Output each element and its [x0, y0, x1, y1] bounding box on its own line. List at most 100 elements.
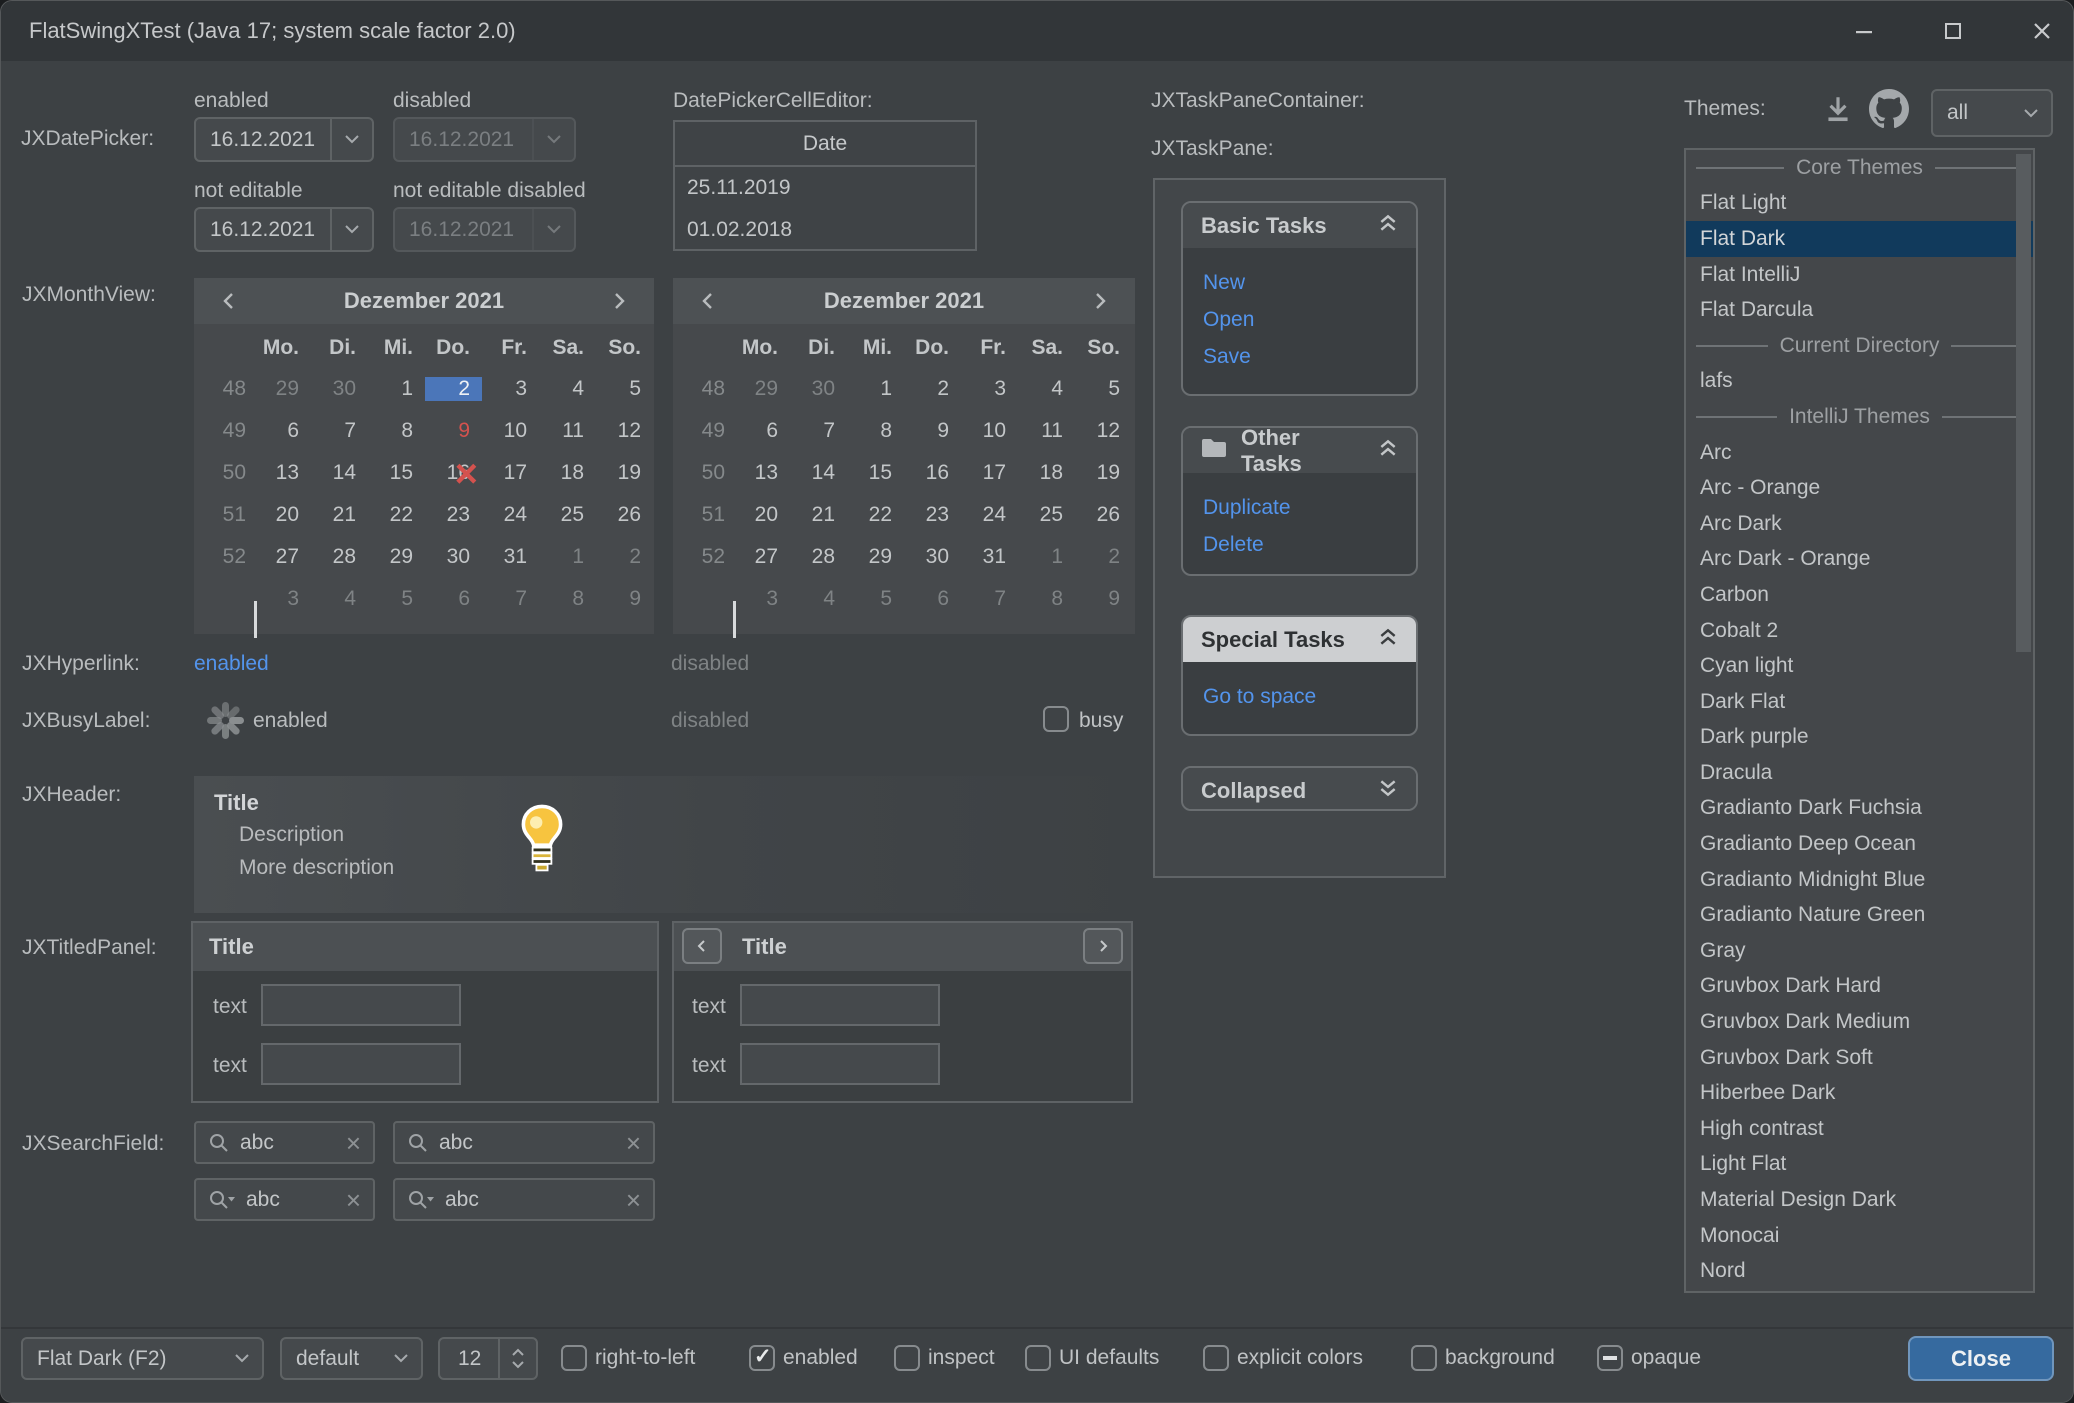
calendar-day[interactable]: 4	[311, 587, 368, 611]
theme-list-item[interactable]: Carbon	[1686, 577, 2033, 613]
chevron-collapse-icon[interactable]	[1378, 439, 1398, 463]
checkbox-inspect[interactable]	[894, 1345, 920, 1371]
calendar-day[interactable]: 7	[961, 587, 1018, 611]
calendar-day[interactable]: 30	[311, 377, 368, 401]
theme-list-item[interactable]: Gruvbox Dark Hard	[1686, 969, 2033, 1005]
search-field[interactable]: abc ×	[393, 1121, 655, 1164]
theme-list-item[interactable]: lafs	[1686, 364, 2033, 400]
calendar-day[interactable]: 6	[425, 587, 482, 611]
calendar-day[interactable]: 13	[254, 461, 311, 485]
search-dropdown-icon[interactable]	[208, 1189, 236, 1211]
calendar-day[interactable]: 22	[847, 503, 904, 527]
calendar-day[interactable]: 29	[733, 377, 790, 401]
calendar-day[interactable]: 18	[1018, 461, 1075, 485]
calendar-day[interactable]: 24	[961, 503, 1018, 527]
search-field[interactable]: abc ×	[194, 1121, 375, 1164]
calendar-day[interactable]: 24	[482, 503, 539, 527]
clear-icon[interactable]: ×	[626, 1130, 641, 1156]
theme-list-item[interactable]: Arc - Orange	[1686, 470, 2033, 506]
taskpane-link[interactable]: Delete	[1203, 526, 1416, 563]
theme-list-item[interactable]: Dracula	[1686, 755, 2033, 791]
theme-list-item[interactable]: Monocai	[1686, 1218, 2033, 1254]
calendar-day[interactable]: 26	[596, 503, 653, 527]
taskpane-link[interactable]: New	[1203, 264, 1416, 301]
theme-list-item[interactable]: Gradianto Dark Fuchsia	[1686, 791, 2033, 827]
theme-list-item[interactable]: Gradianto Nature Green	[1686, 897, 2033, 933]
calendar-day[interactable]: 6	[254, 419, 311, 443]
calendar-day[interactable]: 16×	[425, 461, 482, 485]
calendar-day[interactable]: 18	[539, 461, 596, 485]
font-size-spinner[interactable]: 12	[438, 1337, 538, 1380]
calendar-next-icon[interactable]	[1083, 284, 1117, 318]
taskpane-link[interactable]: Duplicate	[1203, 489, 1416, 526]
calendar-day[interactable]: 30	[790, 377, 847, 401]
maximize-button[interactable]	[1922, 1, 1984, 61]
theme-list-item[interactable]: Arc	[1686, 435, 2033, 471]
calendar-day[interactable]: 2	[904, 377, 961, 401]
calendar-day[interactable]: 8	[1018, 587, 1075, 611]
panel-next-button[interactable]	[1083, 928, 1123, 964]
clear-icon[interactable]: ×	[346, 1130, 361, 1156]
calendar-day[interactable]: 13	[733, 461, 790, 485]
checkbox-right-to-left[interactable]	[561, 1345, 587, 1371]
chevron-down-icon[interactable]	[330, 209, 372, 250]
calendar-day[interactable]: 23	[425, 503, 482, 527]
theme-list-item[interactable]: Nord	[1686, 1253, 2033, 1289]
lookandfeel-combo[interactable]: Flat Dark (F2)	[21, 1337, 264, 1380]
clear-icon[interactable]: ×	[346, 1187, 361, 1213]
calendar-day[interactable]: 16	[904, 461, 961, 485]
checkbox-explicit-colors[interactable]	[1203, 1345, 1229, 1371]
calendar-day[interactable]: 6	[733, 419, 790, 443]
search-dropdown-icon[interactable]	[407, 1189, 435, 1211]
calendar-day[interactable]: 9	[596, 587, 653, 611]
hyperlink-enabled[interactable]: enabled	[194, 652, 269, 676]
theme-list-item[interactable]: Gruvbox Dark Soft	[1686, 1040, 2033, 1076]
calendar-day[interactable]: 30	[904, 545, 961, 569]
calendar-day[interactable]: 5	[596, 377, 653, 401]
datepicker-enabled[interactable]: 16.12.2021	[194, 117, 374, 162]
checkbox-background[interactable]	[1411, 1345, 1437, 1371]
taskpane-group-header[interactable]: Other Tasks	[1183, 428, 1416, 473]
calendar-day[interactable]: 1	[1018, 545, 1075, 569]
close-window-button[interactable]	[2011, 1, 2073, 61]
taskpane-link[interactable]: Go to space	[1203, 678, 1416, 715]
calendar-day[interactable]: 7	[311, 419, 368, 443]
calendar-day[interactable]: 11	[1018, 419, 1075, 443]
search-icon[interactable]	[407, 1132, 429, 1154]
minimize-button[interactable]	[1833, 1, 1895, 61]
calendar-day[interactable]: 17	[961, 461, 1018, 485]
search-value[interactable]: abc	[445, 1188, 616, 1212]
calendar-day[interactable]: 20	[254, 503, 311, 527]
theme-list-item[interactable]: Flat Dark	[1686, 221, 2033, 257]
calendar-day[interactable]: 25	[539, 503, 596, 527]
calendar-next-icon[interactable]	[602, 284, 636, 318]
theme-list-item[interactable]: Arc Dark - Orange	[1686, 542, 2033, 578]
calendar-day[interactable]: 8	[368, 419, 425, 443]
calendar-day[interactable]: 31	[961, 545, 1018, 569]
theme-list-item[interactable]: Gradianto Deep Ocean	[1686, 826, 2033, 862]
busy-checkbox[interactable]	[1043, 706, 1069, 732]
calendar-day[interactable]: 29	[847, 545, 904, 569]
calendar-day[interactable]: 14	[311, 461, 368, 485]
calendar-day[interactable]: 28	[790, 545, 847, 569]
theme-list-item[interactable]: Flat IntelliJ	[1686, 257, 2033, 293]
calendar-day[interactable]: 10	[961, 419, 1018, 443]
theme-list-item[interactable]: Gradianto Midnight Blue	[1686, 862, 2033, 898]
clear-icon[interactable]: ×	[626, 1187, 641, 1213]
spinner-up-icon[interactable]	[512, 1348, 524, 1356]
close-button[interactable]: Close	[1908, 1336, 2054, 1381]
datepicker-not-editable[interactable]: 16.12.2021	[194, 207, 374, 252]
calendar-day[interactable]: 3	[733, 587, 790, 611]
calendar-day[interactable]: 14	[790, 461, 847, 485]
checkbox-ui-defaults[interactable]	[1025, 1345, 1051, 1371]
taskpane-link[interactable]: Save	[1203, 338, 1416, 375]
calendar-day[interactable]: 5	[368, 587, 425, 611]
calendar-day[interactable]: 28	[311, 545, 368, 569]
text-input[interactable]	[740, 984, 940, 1026]
theme-list-item[interactable]: Cobalt 2	[1686, 613, 2033, 649]
text-input[interactable]	[740, 1043, 940, 1085]
calendar-prev-icon[interactable]	[212, 284, 246, 318]
calendar-day[interactable]: 3	[482, 377, 539, 401]
chevron-collapse-icon[interactable]	[1378, 628, 1398, 652]
calendar-day[interactable]: 11	[539, 419, 596, 443]
